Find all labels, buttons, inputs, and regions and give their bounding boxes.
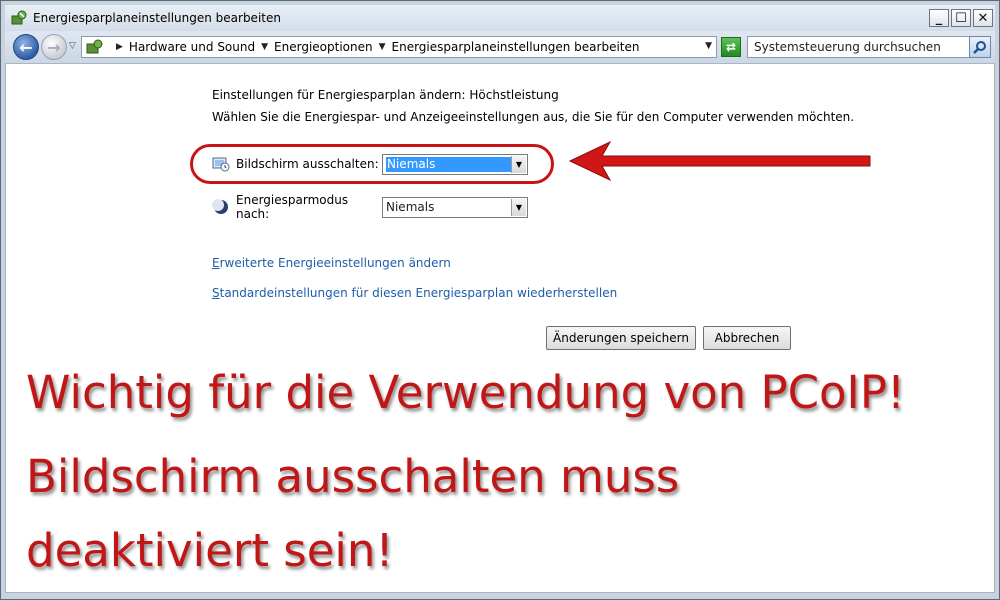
moon-icon [212,199,228,214]
chevron-down-icon[interactable]: ▼ [511,155,526,173]
sleep-label: Energiesparmodus nach: [236,193,349,221]
display-off-select[interactable]: Niemals ▼ [382,153,528,175]
breadcrumb-separator-icon[interactable]: ▶ [116,42,123,52]
arrow-left-icon: ← [19,37,33,57]
sleep-value: Niemals [386,199,435,214]
window-controls: _ ☐ ✕ [929,9,993,27]
display-off-label: Bildschirm ausschalten: [236,157,379,171]
content-panel: Einstellungen für Energiesparplan ändern… [5,63,995,593]
breadcrumb-hardware-und-sound[interactable]: Hardware und Sound [129,40,255,54]
minimize-button[interactable]: _ [929,9,949,27]
close-button[interactable]: ✕ [973,9,993,27]
page-description: Wählen Sie die Energiespar- und Anzeigee… [212,110,855,124]
search-button[interactable] [969,36,991,58]
annotation-line-2: Bildschirm ausschalten muss [26,450,680,503]
arrow-right-icon: → [47,37,61,57]
breadcrumb-separator-icon[interactable]: ▼ [261,42,268,52]
display-off-value: Niemals [386,156,524,172]
breadcrumb-energieoptionen[interactable]: Energieoptionen [274,40,373,54]
title-bar: Energiesparplaneinstellungen bearbeiten … [5,5,995,31]
chevron-down-icon[interactable]: ▼ [511,198,526,216]
setting-row-sleep: Energiesparmodus nach: Niemals ▼ [212,193,528,221]
monitor-clock-icon [212,157,230,172]
setting-row-display-off: Bildschirm ausschalten: Niemals ▼ [212,153,528,175]
address-dropdown-icon[interactable]: ▼ [705,41,712,51]
window-title: Energiesparplaneinstellungen bearbeiten [33,11,281,25]
window: Energiesparplaneinstellungen bearbeiten … [0,0,1000,600]
back-button[interactable]: ← [13,34,39,60]
search-icon [973,41,986,54]
advanced-settings-access-key: E [212,256,220,270]
restore-defaults-access-key: S [212,286,220,300]
annotation-line-3: deaktiviert sein! [26,524,394,577]
cancel-button[interactable]: Abbrechen [703,326,791,350]
address-bar[interactable]: ▶ Hardware und Sound ▼ Energieoptionen ▼… [81,36,717,58]
power-options-icon [11,10,27,25]
annotation-line-1: Wichtig für die Verwendung von PCoIP! [26,366,905,419]
navigation-bar: ← → ▽ ▶ Hardware und Sound ▼ Energieopti… [5,31,995,63]
refresh-icon: ⇄ [725,40,737,54]
arrow-left-icon [568,140,871,182]
breadcrumb-separator-icon[interactable]: ▼ [379,42,386,52]
forward-button[interactable]: → [41,34,67,60]
control-panel-icon [86,39,103,54]
maximize-button[interactable]: ☐ [951,9,971,27]
breadcrumb-current-page[interactable]: Energiesparplaneinstellungen bearbeiten [392,40,640,54]
save-button[interactable]: Änderungen speichern [546,326,696,350]
page-title: Einstellungen für Energiesparplan ändern… [212,88,559,102]
restore-defaults-text: tandardeinstellungen für diesen Energies… [219,286,618,300]
search-input[interactable]: Systemsteuerung durchsuchen [747,36,971,58]
restore-defaults-link[interactable]: Standardeinstellungen für diesen Energie… [212,286,617,300]
advanced-settings-text: rweiterte Energieeinstellungen ändern [219,256,451,270]
refresh-button[interactable]: ⇄ [721,37,741,57]
sleep-select[interactable]: Niemals ▼ [382,196,528,218]
history-dropdown-icon[interactable]: ▽ [69,41,76,51]
advanced-settings-link[interactable]: Erweiterte Energieeinstellungen ändern [212,256,451,270]
